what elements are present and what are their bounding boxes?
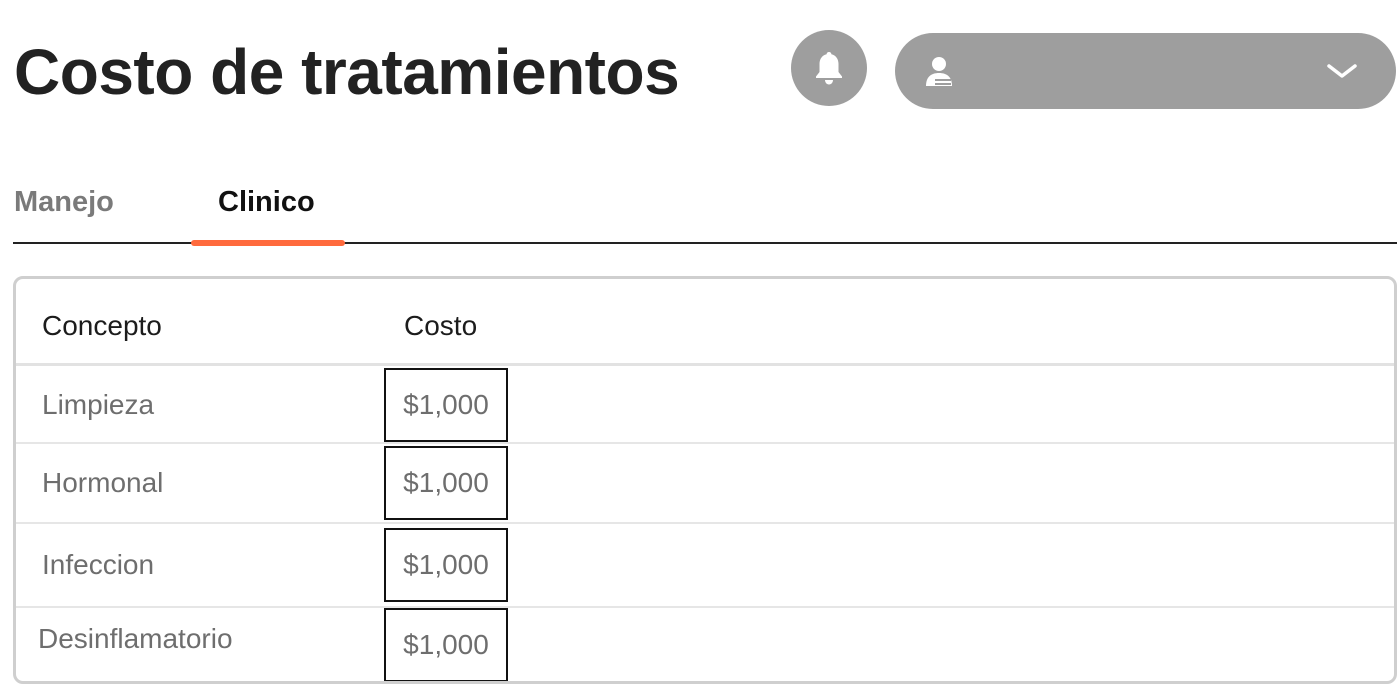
costs-table: Concepto Costo Limpieza $1,000 Hormonal … — [13, 276, 1397, 684]
column-header-concepto: Concepto — [42, 310, 162, 341]
cost-input[interactable]: $1,000 — [384, 528, 508, 602]
concepto-cell: Hormonal — [42, 467, 164, 498]
concepto-cell: Infeccion — [42, 549, 155, 580]
tab-bar: Manejo Clinico — [13, 160, 1397, 246]
page-title: Costo de tratamientos — [14, 36, 680, 108]
table-row: Desinflamatorio $1,000 — [16, 608, 1394, 681]
table-row: Hormonal $1,000 — [16, 444, 1394, 524]
table-row: Limpieza $1,000 — [16, 366, 1394, 444]
cost-input[interactable]: $1,000 — [384, 608, 508, 681]
concepto-cell: Limpieza — [42, 389, 155, 420]
bell-icon — [816, 52, 842, 85]
cost-input[interactable]: $1,000 — [384, 368, 508, 442]
user-menu-dropdown[interactable] — [895, 33, 1396, 109]
column-header-costo: Costo — [404, 310, 478, 341]
concepto-cell: Desinflamatorio — [38, 623, 233, 654]
tab-manejo[interactable]: Manejo — [14, 184, 114, 220]
cost-input[interactable]: $1,000 — [384, 446, 508, 520]
page: Costo de tratamientos Manejo Clinico Con… — [0, 0, 1400, 694]
user-icon — [926, 57, 952, 86]
active-tab-indicator — [191, 240, 345, 246]
tab-clinico[interactable]: Clinico — [218, 184, 315, 220]
chevron-down-icon — [1327, 64, 1357, 78]
table-header: Concepto Costo — [16, 279, 1394, 366]
notifications-button[interactable] — [791, 30, 867, 106]
table-row: Infeccion $1,000 — [16, 524, 1394, 608]
